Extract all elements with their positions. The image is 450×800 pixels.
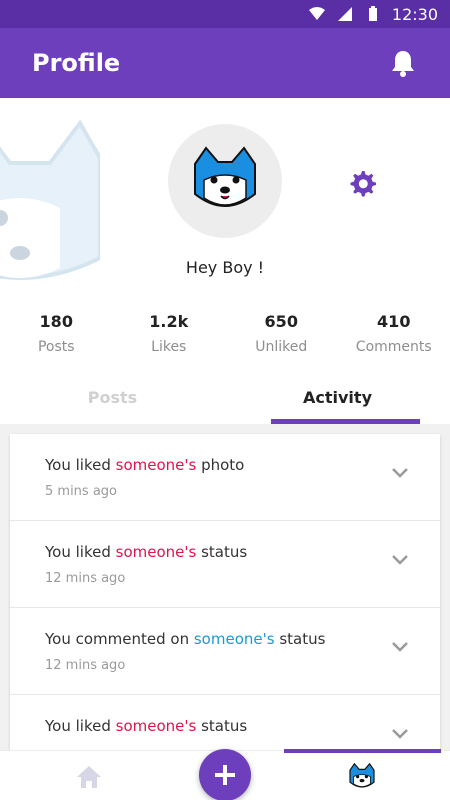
- plus-icon: [215, 765, 235, 785]
- tab-posts[interactable]: Posts: [0, 370, 225, 424]
- stat-posts[interactable]: 180 Posts: [0, 312, 113, 370]
- app-bar: Profile: [0, 28, 450, 98]
- avatar[interactable]: [168, 124, 282, 238]
- activity-feed[interactable]: You liked someone's photo 5 mins ago You…: [0, 424, 450, 750]
- profile-tabs: Posts Activity: [0, 370, 450, 424]
- stats-row: 180 Posts 1.2k Likes 650 Unliked 410 Com…: [0, 312, 450, 370]
- activity-text: You liked someone's photo: [45, 456, 245, 474]
- chevron-down-icon[interactable]: [390, 553, 410, 567]
- stat-likes[interactable]: 1.2k Likes: [113, 312, 226, 370]
- activity-time: 12 mins ago: [45, 658, 126, 673]
- list-item[interactable]: You commented on someone's status 12 min…: [10, 608, 440, 695]
- activity-target-link[interactable]: someone's: [116, 543, 197, 561]
- notifications-button[interactable]: [388, 48, 418, 78]
- stat-value: 410: [377, 312, 411, 331]
- battery-icon: [368, 6, 377, 21]
- list-item[interactable]: You liked someone's status 12 mins ago: [10, 521, 440, 608]
- activity-text: You liked someone's status: [45, 543, 248, 561]
- stat-comments[interactable]: 410 Comments: [338, 312, 450, 370]
- stat-value: 1.2k: [149, 312, 189, 331]
- stat-value: 650: [264, 312, 298, 331]
- chevron-down-icon[interactable]: [390, 640, 410, 654]
- settings-gear-icon[interactable]: [346, 166, 378, 198]
- bell-icon: [392, 51, 414, 77]
- tab-activity[interactable]: Activity: [225, 370, 450, 424]
- profile-doge-icon[interactable]: [348, 763, 376, 791]
- stat-unliked[interactable]: 650 Unliked: [225, 312, 338, 370]
- stat-label: Posts: [37, 339, 75, 355]
- signal-icon: [337, 7, 352, 21]
- activity-time: 12 mins ago: [45, 571, 126, 586]
- stat-value: 180: [39, 312, 73, 331]
- stat-label: Likes: [151, 339, 187, 355]
- page-title: Profile: [32, 49, 121, 77]
- activity-text: You commented on someone's status: [45, 630, 326, 648]
- stat-label: Unliked: [255, 339, 308, 355]
- chevron-down-icon[interactable]: [390, 727, 410, 741]
- wifi-icon: [308, 7, 325, 20]
- stat-label: Comments: [355, 339, 432, 355]
- activity-time: 5 mins ago: [45, 484, 117, 499]
- chevron-down-icon[interactable]: [390, 466, 410, 480]
- list-item[interactable]: You liked someone's status: [10, 695, 440, 750]
- activity-target-link[interactable]: someone's: [116, 456, 197, 474]
- home-icon[interactable]: [76, 765, 102, 789]
- activity-target-link[interactable]: someone's: [194, 630, 275, 648]
- activity-list: You liked someone's photo 5 mins ago You…: [10, 434, 440, 750]
- username: Hey Boy !: [185, 258, 265, 277]
- activity-text: You liked someone's status: [45, 717, 248, 735]
- add-post-button[interactable]: [199, 749, 251, 800]
- doge-avatar-icon: [194, 146, 256, 207]
- status-bar: 12:30: [0, 0, 450, 28]
- bottom-nav: [0, 749, 450, 800]
- clock: 12:30: [391, 4, 438, 24]
- activity-target-link[interactable]: someone's: [116, 717, 197, 735]
- list-item[interactable]: You liked someone's photo 5 mins ago: [10, 434, 440, 521]
- active-nav-indicator: [284, 749, 441, 753]
